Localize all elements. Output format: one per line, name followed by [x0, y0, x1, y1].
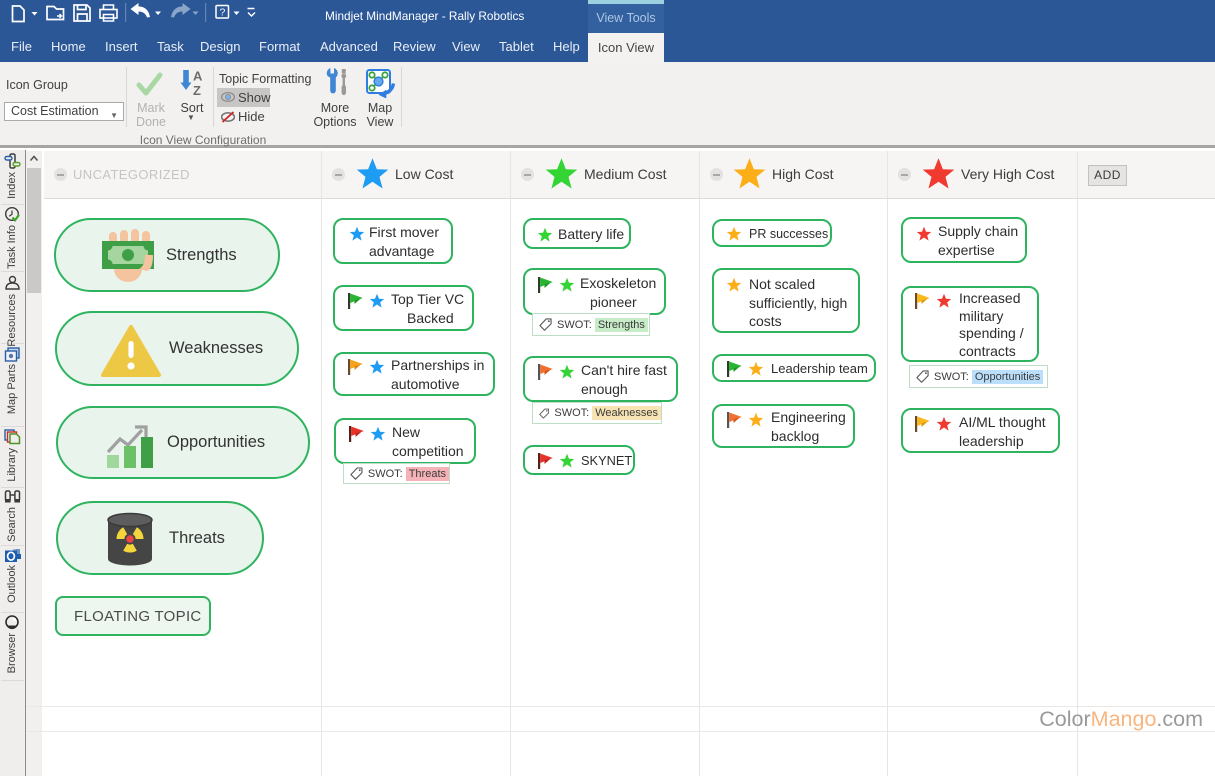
svg-text:Z: Z [193, 83, 201, 96]
svg-text:A: A [193, 69, 203, 84]
svg-text:?: ? [220, 7, 226, 19]
